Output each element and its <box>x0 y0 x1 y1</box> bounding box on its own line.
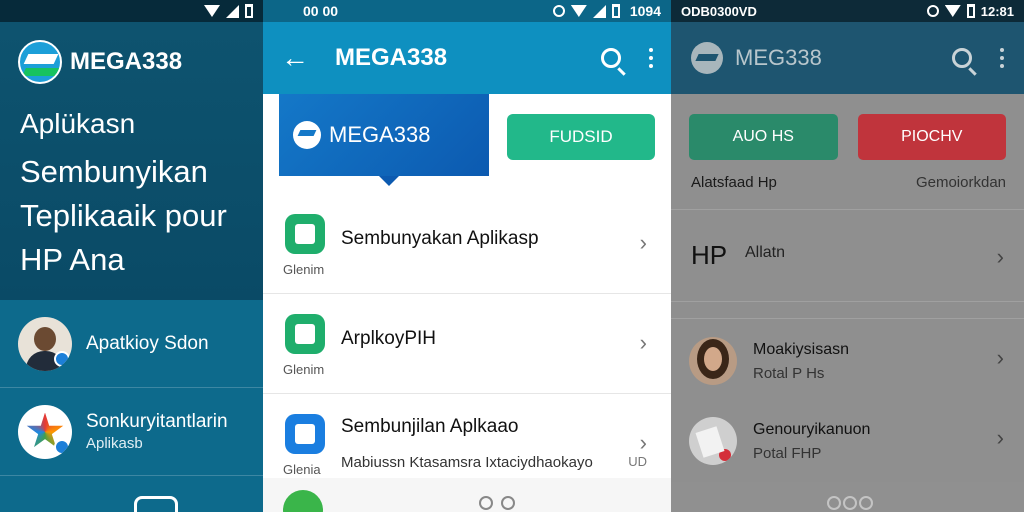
battery-icon <box>611 4 620 18</box>
page-indicator <box>827 496 873 510</box>
list-item-subtitle: Aplikasb <box>86 435 143 452</box>
chevron-right-icon: › <box>996 425 1004 450</box>
fab-button[interactable] <box>283 490 323 512</box>
status-bar <box>0 0 263 22</box>
profile-list: Apatkioy Sdon Sonkuryitantlarin Aplikasb <box>0 300 263 512</box>
brand-banner-text: MEGA338 <box>329 122 431 147</box>
headline-line1: Aplükasn <box>20 108 136 139</box>
green-action-button[interactable]: AUO HS <box>689 114 838 160</box>
page-title: MEGA338 <box>335 44 448 71</box>
action-buttons: AUO HS PIOCHV <box>671 94 1024 160</box>
app-bar: MEG338 <box>671 22 1024 94</box>
list-item[interactable]: Genouryikanuon Potal FHP › <box>671 399 1024 479</box>
app-logo-icon <box>18 40 62 84</box>
home-button[interactable] <box>134 496 178 512</box>
bottom-bar <box>671 482 1024 512</box>
app-icon <box>285 214 325 254</box>
list-item[interactable]: Glenim ArplkoyPIH › <box>263 294 671 394</box>
chevron-right-icon: › <box>639 430 647 455</box>
chevron-right-icon: › <box>996 244 1004 269</box>
page-indicator <box>479 496 515 510</box>
status-bar: 00 00 1094 <box>263 0 671 22</box>
headline-line4: HP Ana <box>20 242 125 277</box>
list-item-category: Glenim <box>283 262 325 277</box>
list-item-title: Sembunyakan Aplikasp <box>341 228 539 249</box>
brand-row: MEGA338 <box>0 22 263 84</box>
list-item-subtitle: Potal FHP <box>753 445 822 462</box>
more-options-icon[interactable] <box>1000 48 1004 68</box>
hp-row[interactable]: HP Allatn › <box>671 210 1024 302</box>
signal-icon <box>226 4 239 18</box>
wifi-icon <box>204 5 220 17</box>
star-logo-icon <box>18 404 72 459</box>
list-item-extra: UD <box>628 454 647 469</box>
panel-right: ODB0300VD 12:81 MEG338 AUO HS PIOCHV Ala… <box>671 0 1024 512</box>
verified-badge-icon <box>54 350 70 367</box>
hp-label: Allatn <box>745 244 786 261</box>
wifi-icon <box>944 5 961 17</box>
hero-section: MEGA338 FUDSID <box>263 94 671 194</box>
list-item-category: Glenim <box>283 362 325 377</box>
list-item-title: Sonkuryitantlarin <box>86 411 228 432</box>
list-item-title: Moakiysisasn <box>753 341 850 358</box>
status-time: 1094 <box>629 3 661 19</box>
primary-action-button[interactable]: FUDSID <box>507 114 655 160</box>
info-row-right: Gemoiorkdan <box>915 174 1006 191</box>
list-item[interactable]: Apatkioy Sdon <box>0 300 263 388</box>
info-row-left: Alatsfaad Hp <box>691 174 777 191</box>
chevron-right-icon: › <box>639 330 647 355</box>
app-icon <box>285 414 325 454</box>
avatar <box>689 417 737 465</box>
back-arrow-icon[interactable]: ← <box>281 42 309 74</box>
brand-name: MEGA338 <box>70 48 183 75</box>
red-action-button[interactable]: PIOCHV <box>857 114 1006 160</box>
list-item-category: Glenia <box>283 462 321 477</box>
chevron-right-icon: › <box>639 230 647 255</box>
list-item-subtitle: Rotal P Hs <box>753 365 825 382</box>
wifi-icon <box>570 5 587 17</box>
headline-line3: Teplikaaik pour <box>20 198 227 233</box>
status-time: 12:81 <box>980 3 1014 19</box>
page-title: MEG338 <box>735 45 822 70</box>
alarm-icon <box>552 5 565 17</box>
avatar <box>689 337 737 385</box>
more-options-icon[interactable] <box>649 48 653 68</box>
panel-left: MEGA338 Aplükasn Sembunyikan Teplikaaik … <box>0 0 263 512</box>
headline-line2: Sembunyikan <box>20 154 208 189</box>
list-item-title: Apatkioy Sdon <box>86 332 209 354</box>
status-bar: ODB0300VD 12:81 <box>671 0 1024 22</box>
hp-label-big: HP <box>691 240 728 270</box>
app-bar: ← MEGA338 <box>263 22 671 94</box>
avatar <box>18 316 72 371</box>
brand-banner: MEGA338 <box>279 94 489 186</box>
alarm-icon <box>926 5 939 17</box>
bottom-bar <box>263 478 671 512</box>
app-logo-icon <box>293 121 321 149</box>
info-row: Alatsfaad Hp Gemoiorkdan <box>671 160 1024 210</box>
status-left-text: ODB0300VD <box>681 3 757 19</box>
panel-center: 00 00 1094 ← MEGA338 MEGA338 FUDSID Glen… <box>263 0 671 512</box>
list-item[interactable]: Sonkuryitantlarin Aplikasb <box>0 388 263 476</box>
app-logo-icon <box>691 42 723 74</box>
list-item[interactable]: Moakiysisasn Rotal P Hs › <box>671 319 1024 399</box>
headline: Aplükasn Sembunyikan Teplikaaik pour HP … <box>0 84 263 282</box>
list-item[interactable]: Glenim Sembunyakan Aplikasp › <box>263 194 671 294</box>
battery-icon <box>966 4 975 18</box>
app-icon <box>285 314 325 354</box>
list-item-description: Mabiussn Ktasamsra Ixtaciydhaokayo <box>341 454 593 471</box>
verified-badge-icon <box>54 438 70 455</box>
battery-icon <box>245 4 253 18</box>
list-item-title: Genouryikanuon <box>753 421 871 438</box>
search-icon[interactable] <box>952 48 972 68</box>
list-item-title: ArplkoyPIH <box>341 328 437 349</box>
status-left-text: 00 00 <box>303 3 339 19</box>
signal-icon <box>592 4 606 18</box>
search-icon[interactable] <box>601 48 621 68</box>
chevron-right-icon: › <box>996 345 1004 370</box>
list-item-title: Sembunjilan Aplkaao <box>341 416 519 437</box>
